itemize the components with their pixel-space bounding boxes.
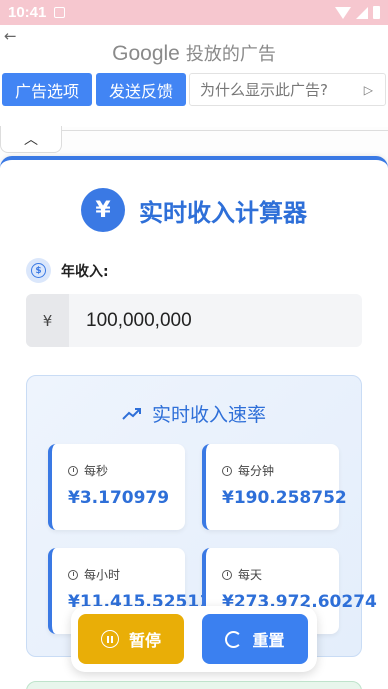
ad-options-button[interactable]: 广告选项 <box>2 73 92 106</box>
pause-label: 暂停 <box>128 631 161 650</box>
play-icon: ▷ <box>363 82 373 97</box>
rate-value: ¥3.170979 <box>68 488 170 508</box>
rate-card-per-minute: 每分钟 ¥190.258752 <box>202 444 347 530</box>
trending-up-icon <box>122 407 141 420</box>
currency-prefix: ¥ <box>26 294 69 347</box>
ad-brand: Google 投放的广告 <box>0 40 388 66</box>
ad-brand-suffix: 投放的广告 <box>185 44 276 65</box>
control-buttons: 暂停 重置 <box>71 606 317 672</box>
chevron-up-icon: ︿ <box>24 132 38 148</box>
why-this-ad-label: 为什么显示此广告? <box>200 81 328 99</box>
divider <box>62 130 388 131</box>
refresh-icon <box>225 630 243 648</box>
clock-icon <box>68 569 78 580</box>
rate-label: 每秒 <box>84 464 109 478</box>
ad-banner: ← Google 投放的广告 广告选项 发送反馈 为什么显示此广告? ▷ <box>0 25 388 127</box>
rate-label: 每小时 <box>84 568 121 582</box>
why-this-ad-button[interactable]: 为什么显示此广告? ▷ <box>189 73 386 106</box>
rate-card-per-second: 每秒 ¥3.170979 <box>48 444 185 530</box>
status-time: 10:41 <box>8 4 47 21</box>
income-label: 年收入: <box>61 263 109 280</box>
clock-icon <box>68 465 78 476</box>
income-input[interactable] <box>69 294 359 347</box>
yen-icon: ¥ <box>81 188 125 232</box>
status-icons <box>335 6 380 19</box>
status-bar: 10:41 <box>0 0 388 25</box>
header: ¥ 实时收入计算器 <box>0 188 388 232</box>
rate-header: 实时收入速率 <box>27 400 361 427</box>
page-title: 实时收入计算器 <box>139 198 307 227</box>
clock-icon <box>222 465 232 476</box>
collapse-ad-button[interactable]: ︿ <box>0 126 62 153</box>
battery-icon <box>373 6 380 19</box>
ad-brand-name: Google <box>112 42 180 65</box>
clock-icon <box>222 569 232 580</box>
wifi-icon <box>335 6 351 19</box>
signal-icon <box>356 6 368 19</box>
rate-title: 实时收入速率 <box>151 404 266 426</box>
next-panel <box>26 681 362 689</box>
income-label-row: $ 年收入: <box>26 258 109 283</box>
calculator-card: ¥ 实时收入计算器 $ 年收入: ¥ 实时收入速率 每秒 ¥3.170979 每… <box>0 156 388 689</box>
pause-icon <box>100 630 119 648</box>
notification-icon <box>54 7 66 18</box>
reset-label: 重置 <box>252 631 285 650</box>
send-feedback-button[interactable]: 发送反馈 <box>96 73 186 106</box>
income-field: ¥ <box>26 294 362 347</box>
rate-value: ¥190.258752 <box>222 488 347 508</box>
pause-button[interactable]: 暂停 <box>78 614 184 664</box>
rate-label: 每天 <box>238 568 263 582</box>
dollar-icon: $ <box>26 258 51 283</box>
rate-label: 每分钟 <box>238 464 275 478</box>
reset-button[interactable]: 重置 <box>202 614 308 664</box>
